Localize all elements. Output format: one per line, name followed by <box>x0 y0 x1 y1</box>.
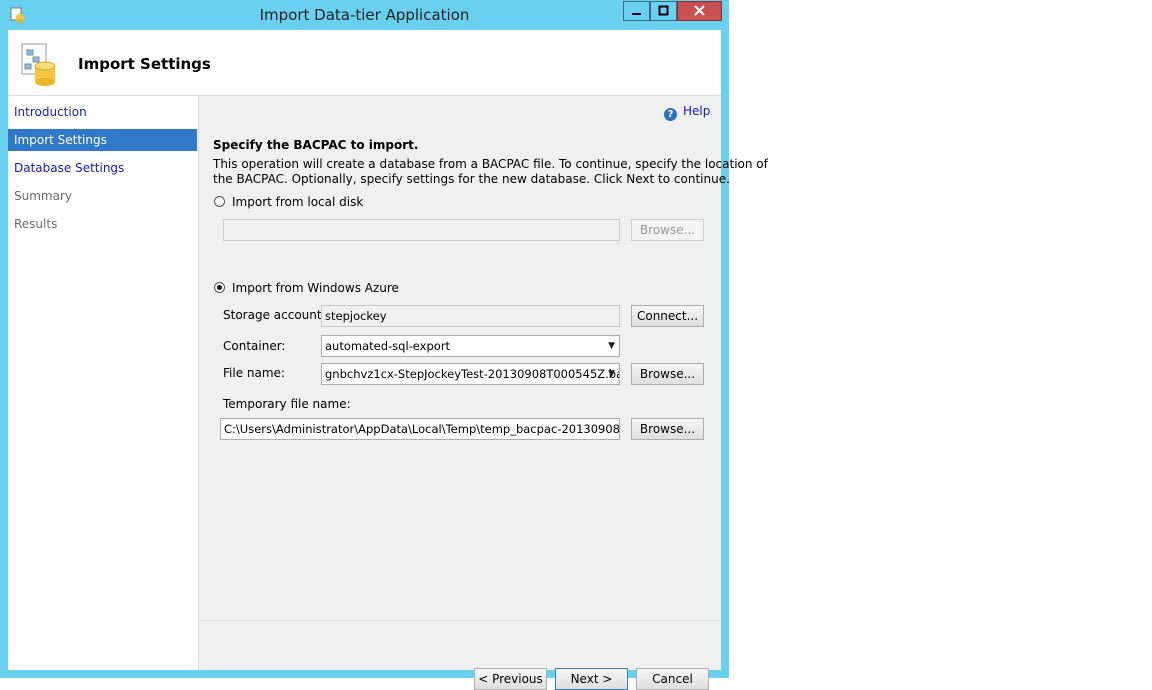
minimize-button[interactable] <box>623 1 650 21</box>
title-bar[interactable]: Import Data-tier Application <box>0 0 729 30</box>
file-browse-button[interactable]: Browse... <box>631 363 704 385</box>
file-name-value: gnbchvz1cx-StepJockeyTest-20130908T00054… <box>325 367 620 381</box>
temp-file-input[interactable]: C:\Users\Administrator\AppData\Local\Tem… <box>220 418 620 440</box>
container-select[interactable]: automated-sql-export ▼ <box>321 335 620 357</box>
next-button[interactable]: Next > <box>555 668 628 690</box>
close-icon <box>694 5 705 16</box>
temp-browse-button[interactable]: Browse... <box>631 418 704 440</box>
chevron-down-icon[interactable]: ▼ <box>608 336 615 356</box>
help-link[interactable]: ? Help <box>664 104 710 121</box>
nav-item-database-settings[interactable]: Database Settings <box>8 157 197 179</box>
page-header: Import Settings <box>8 30 721 96</box>
section-heading: Specify the BACPAC to import. <box>213 138 419 152</box>
azure-radio[interactable] <box>214 282 225 293</box>
main-panel: ? Help Specify the BACPAC to import. This… <box>199 96 768 690</box>
local-disk-label[interactable]: Import from local disk <box>232 195 363 209</box>
local-disk-radio[interactable] <box>214 196 225 207</box>
connect-button[interactable]: Connect... <box>631 305 704 327</box>
storage-account-field[interactable]: stepjockey <box>321 305 620 327</box>
import-dialog-window: Import Data-tier Application Import Sett… <box>0 0 768 690</box>
page-title: Import Settings <box>78 55 211 73</box>
footer-divider <box>199 620 721 621</box>
minimize-icon <box>632 13 641 15</box>
wizard-nav: Introduction Import Settings Database Se… <box>8 96 199 670</box>
cancel-button[interactable]: Cancel <box>636 668 709 690</box>
chevron-down-icon[interactable]: ▼ <box>608 364 615 384</box>
nav-item-summary: Summary <box>14 189 72 203</box>
storage-account-label: Storage account: <box>223 308 326 322</box>
nav-item-import-settings[interactable]: Import Settings <box>8 129 197 151</box>
maximize-button[interactable] <box>650 1 677 21</box>
file-name-select[interactable]: gnbchvz1cx-StepJockeyTest-20130908T00054… <box>321 363 620 385</box>
container-label: Container: <box>223 339 286 353</box>
file-name-label: File name: <box>223 366 285 380</box>
window-title: Import Data-tier Application <box>259 6 470 24</box>
nav-item-results: Results <box>14 217 58 231</box>
help-label: Help <box>683 104 711 118</box>
temp-file-label: Temporary file name: <box>223 397 351 411</box>
import-settings-icon <box>21 43 56 86</box>
previous-button[interactable]: < Previous <box>474 668 547 690</box>
azure-label[interactable]: Import from Windows Azure <box>232 281 399 295</box>
help-icon: ? <box>664 108 677 121</box>
local-disk-path-input[interactable] <box>223 219 620 241</box>
description-line-1: This operation will create a database fr… <box>213 157 768 171</box>
local-browse-button[interactable]: Browse... <box>631 219 704 241</box>
description-line-2: the BACPAC. Optionally, specify settings… <box>213 172 730 186</box>
close-button[interactable] <box>677 1 722 21</box>
nav-item-introduction[interactable]: Introduction <box>8 101 197 123</box>
container-value: automated-sql-export <box>325 339 451 353</box>
maximize-icon <box>658 5 669 16</box>
dialog-client-area: Import Settings Introduction Import Sett… <box>8 30 768 690</box>
